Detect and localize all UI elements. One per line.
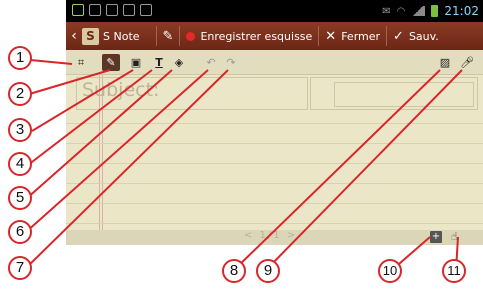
- callout-10: 10: [378, 259, 402, 283]
- callout-line-4: [27, 69, 153, 166]
- callout-line-7: [25, 69, 229, 269]
- callout-2: 2: [8, 82, 32, 106]
- callout-lines: [19, 58, 463, 271]
- callout-4: 4: [8, 152, 32, 176]
- callout-line-6: [25, 69, 209, 233]
- callout-8: 8: [222, 259, 246, 283]
- callout-7: 7: [8, 256, 32, 280]
- callout-6: 6: [8, 220, 32, 244]
- callout-line-9: [265, 69, 463, 271]
- callout-line-8: [233, 69, 441, 271]
- callout-9: 9: [256, 259, 280, 283]
- callout-11: 11: [442, 259, 466, 283]
- callout-3: 3: [8, 118, 32, 142]
- callout-1: 1: [8, 46, 32, 70]
- callout-5: 5: [8, 186, 32, 210]
